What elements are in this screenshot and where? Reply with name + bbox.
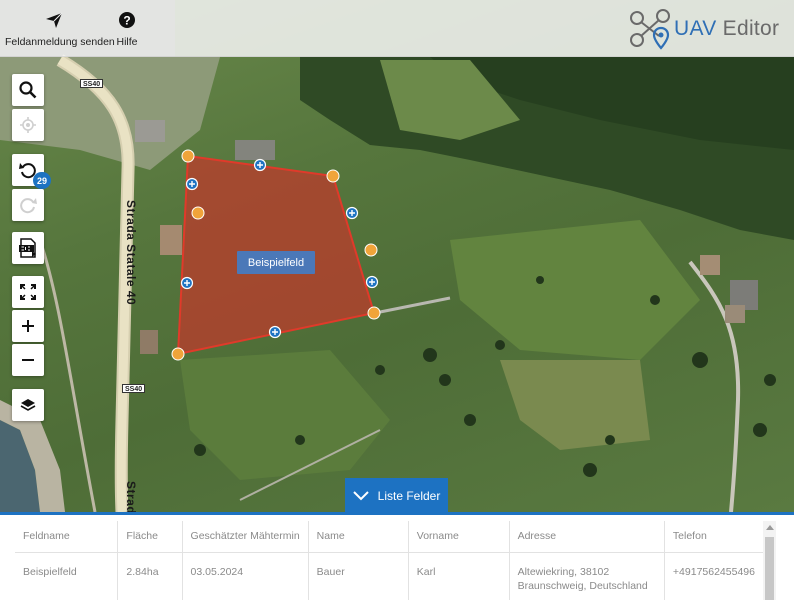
field-table: Feldname Fläche Geschätzter Mähtermin Na… bbox=[15, 521, 763, 600]
cell-flaeche: 2.84ha bbox=[117, 552, 183, 600]
redo-button[interactable] bbox=[12, 189, 44, 221]
cell-telefon: +4917562455496 bbox=[672, 565, 755, 578]
table-row[interactable]: Beispielfeld 2.84ha 03.05.2024 Bauer Kar… bbox=[15, 552, 763, 600]
map-view[interactable]: SS40 SS40 Strada Statale 40 Strad Beispi… bbox=[0, 0, 794, 512]
csv-export-button[interactable] bbox=[12, 232, 44, 264]
search-button[interactable] bbox=[12, 74, 44, 106]
logo-uav: UAV bbox=[674, 17, 717, 40]
cell-maehtermin: 03.05.2024 bbox=[182, 552, 309, 600]
zoom-out-icon bbox=[22, 359, 34, 361]
zoom-in-button[interactable] bbox=[12, 310, 44, 342]
field-label[interactable]: Beispielfeld bbox=[237, 251, 315, 274]
road-label-bottom: Strad bbox=[124, 481, 138, 512]
locate-button[interactable] bbox=[12, 109, 44, 141]
send-icon bbox=[5, 10, 103, 32]
layers-button[interactable] bbox=[12, 389, 44, 421]
cell-vorname: Karl bbox=[408, 552, 510, 600]
cell-feldname: Beispielfeld bbox=[15, 552, 119, 600]
help-icon: ? bbox=[114, 10, 140, 32]
table-header-row: Feldname Fläche Geschätzter Mähtermin Na… bbox=[15, 521, 763, 553]
logo-editor: Editor bbox=[722, 17, 780, 40]
column-header[interactable]: Geschätzter Mähtermin bbox=[182, 521, 309, 553]
hilfe-label: Hilfe bbox=[116, 36, 138, 48]
search-icon bbox=[19, 81, 37, 99]
zoom-out-button[interactable] bbox=[12, 344, 44, 376]
feldanmeldung-senden-button[interactable]: Feldanmeldung senden bbox=[5, 10, 115, 48]
fullscreen-button[interactable] bbox=[12, 276, 44, 308]
scrollbar-thumb[interactable] bbox=[765, 537, 774, 600]
csv-export-icon bbox=[19, 238, 36, 258]
hilfe-button[interactable]: ? Hilfe bbox=[114, 10, 140, 48]
redo-icon bbox=[20, 198, 37, 214]
scroll-up-icon[interactable] bbox=[766, 525, 774, 530]
chevron-down-icon bbox=[352, 490, 369, 500]
top-bar: Feldanmeldung senden ? Hilfe UAV Editor bbox=[0, 0, 794, 57]
liste-felder-label: Liste Felder bbox=[377, 488, 441, 503]
satellite-imagery bbox=[0, 0, 794, 512]
column-header[interactable]: Telefon bbox=[664, 521, 763, 553]
locate-icon bbox=[20, 117, 36, 133]
drone-logo-icon bbox=[630, 9, 670, 50]
column-header[interactable]: Name bbox=[308, 521, 409, 553]
list-scrollbar[interactable] bbox=[763, 521, 776, 600]
column-header[interactable]: Adresse bbox=[509, 521, 665, 553]
road-shield: SS40 bbox=[80, 79, 104, 88]
column-header[interactable]: Fläche bbox=[117, 521, 183, 553]
column-header[interactable]: Feldname bbox=[15, 521, 119, 553]
road-label: Strada Statale 40 bbox=[124, 200, 138, 306]
liste-felder-toggle[interactable]: Liste Felder bbox=[345, 478, 448, 513]
road-shield: SS40 bbox=[122, 384, 146, 393]
layers-icon bbox=[20, 399, 36, 411]
zoom-in-icon bbox=[22, 320, 34, 332]
cell-adresse: Altewiekring, 38102 Braunschweig, Deutsc… bbox=[509, 552, 665, 600]
feldanmeldung-label: Feldanmeldung senden bbox=[5, 36, 115, 48]
svg-text:?: ? bbox=[123, 14, 130, 28]
cell-name: Bauer bbox=[308, 552, 409, 600]
undo-count-badge: 29 bbox=[33, 172, 51, 189]
fullscreen-icon bbox=[20, 284, 36, 300]
uav-editor-logo: UAV Editor bbox=[628, 6, 788, 52]
field-list-panel: Feldname Fläche Geschätzter Mähtermin Na… bbox=[0, 512, 794, 600]
column-header[interactable]: Vorname bbox=[408, 521, 510, 553]
